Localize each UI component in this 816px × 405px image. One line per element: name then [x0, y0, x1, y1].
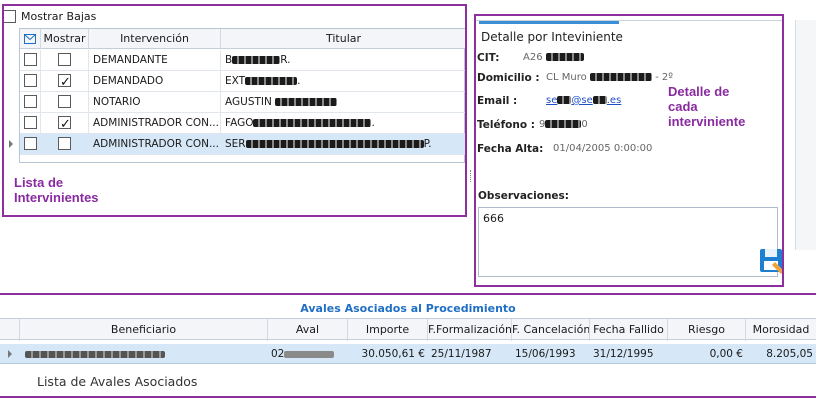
- aval-cell: 02: [268, 344, 348, 364]
- column-header-importe[interactable]: Importe: [348, 319, 428, 341]
- annotation-line: interviniente: [668, 114, 746, 129]
- annotation-line: Lista de: [14, 175, 64, 190]
- fformalizacion-cell: 25/11/1987: [431, 348, 492, 360]
- annotation-line: cada: [668, 99, 698, 114]
- riesgo-cell: 0,00 €: [709, 348, 743, 360]
- avales-caption: Lista de Avales Asociados: [37, 374, 198, 389]
- annotation-line: Detalle de: [668, 84, 730, 99]
- redaction-mark: [284, 350, 335, 358]
- column-header-aval[interactable]: Aval: [268, 319, 348, 341]
- column-header-morosidad[interactable]: Morosidad: [746, 319, 816, 341]
- column-header-fecha-fallido[interactable]: Fecha Fallido: [590, 319, 668, 341]
- column-header-riesgo[interactable]: Riesgo: [668, 319, 746, 341]
- avales-grid-header: Beneficiario Aval Importe F.Formalizació…: [0, 318, 816, 341]
- fcancelacion-cell: 15/06/1993: [515, 348, 576, 360]
- avales-frame-bottom: [0, 396, 816, 398]
- current-row-arrow-icon: [8, 350, 12, 358]
- table-row[interactable]: 02 30.050,61 € 25/11/1987 15/06/1993 31/…: [0, 344, 816, 364]
- redaction-mark: [25, 350, 165, 358]
- column-header-fcancelacion[interactable]: F. Cancelación: [512, 319, 590, 341]
- importe-cell: 30.050,61 €: [361, 348, 425, 360]
- morosidad-cell: 8.205,05: [766, 348, 813, 360]
- avales-title: Avales Asociados al Procedimiento: [0, 300, 816, 318]
- column-header-fformalizacion[interactable]: F.Formalización: [428, 319, 512, 341]
- detalle-interviniente-frame: [474, 14, 784, 287]
- detalle-annotation: Detalle de cada interviniente: [668, 84, 745, 129]
- fecha-fallido-cell: 31/12/1995: [593, 348, 654, 360]
- aval-prefix: 02: [271, 348, 285, 360]
- splitter-grip[interactable]: [470, 170, 472, 182]
- avales-frame-top: [0, 293, 816, 295]
- annotation-line: Intervinientes: [14, 190, 99, 205]
- side-strip: [795, 20, 816, 250]
- lista-intervinientes-annotation: Lista de Intervinientes: [14, 175, 99, 205]
- beneficiario-cell: [22, 344, 268, 364]
- row-indicator-header: [0, 319, 20, 341]
- column-header-beneficiario[interactable]: Beneficiario: [20, 319, 268, 341]
